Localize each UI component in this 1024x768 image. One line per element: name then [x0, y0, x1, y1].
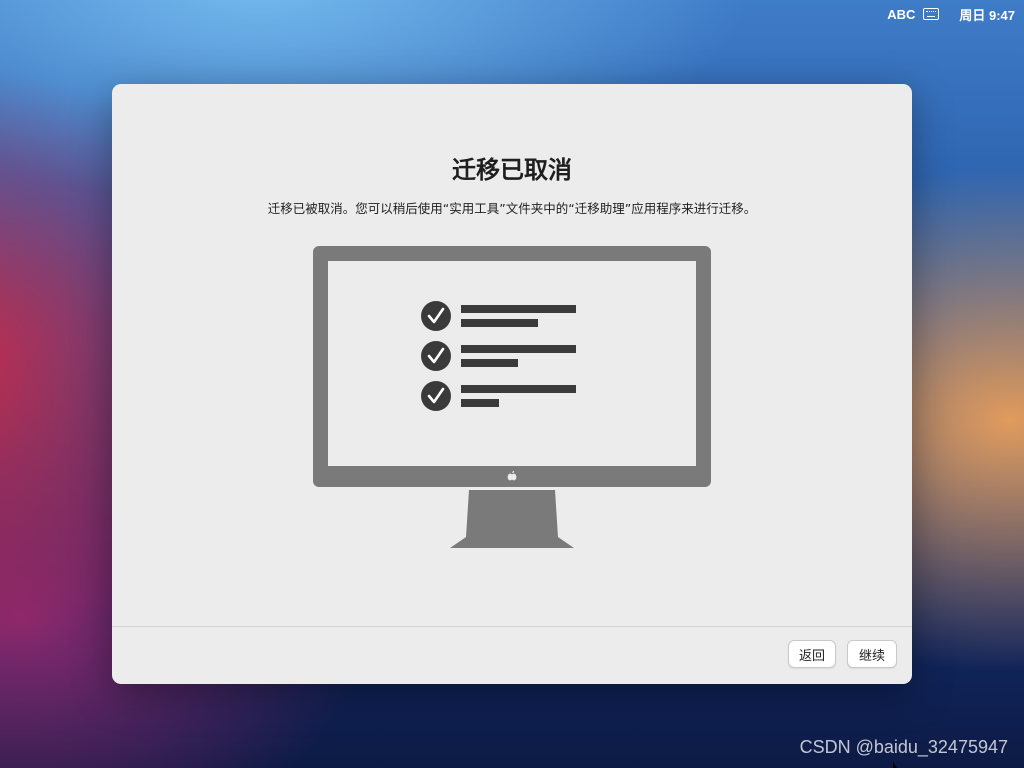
checkmark-circle-icon: [421, 381, 451, 411]
checkmark-circle-icon: [421, 301, 451, 331]
mouse-cursor-icon: [893, 762, 897, 768]
watermark: CSDN @baidu_32475947: [799, 737, 1008, 757]
menu-bar: ABC 周日 9:47: [887, 0, 1024, 28]
checkmark-circle-icon: [421, 341, 451, 371]
footer-divider: [112, 626, 912, 627]
menu-bar-clock[interactable]: 周日 9:47: [959, 5, 1015, 24]
monitor-stand: [450, 490, 574, 548]
page-title: 迁移已取消: [452, 156, 572, 184]
description-text: 迁移已被取消。您可以稍后使用“实用工具”文件夹中的“迁移助理”应用程序来进行迁移…: [267, 201, 757, 216]
continue-button[interactable]: 继续: [847, 640, 897, 668]
back-button[interactable]: 返回: [788, 640, 836, 668]
imac-checklist-illustration: [313, 246, 711, 548]
migration-dialog: 迁移已取消 迁移已被取消。您可以稍后使用“实用工具”文件夹中的“迁移助理”应用程…: [112, 84, 912, 684]
input-source-label[interactable]: ABC: [887, 7, 915, 22]
keyboard-icon[interactable]: [923, 8, 940, 20]
